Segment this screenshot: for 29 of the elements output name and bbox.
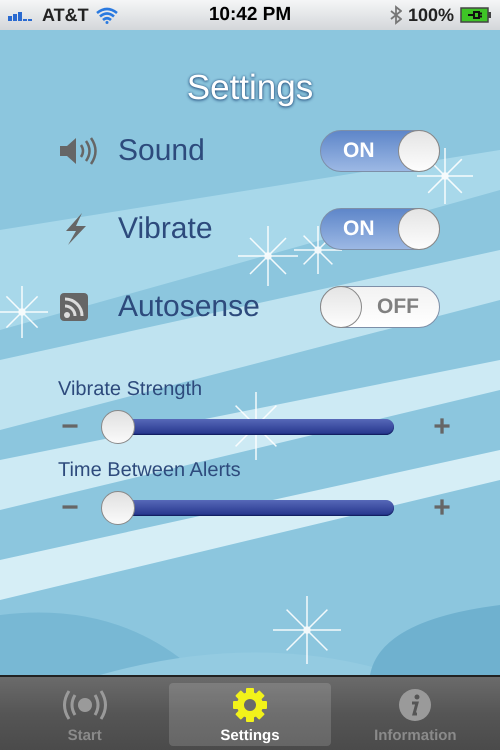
sparkle-icon	[237, 225, 299, 287]
sparkle-icon	[0, 285, 49, 339]
setting-label: Vibrate	[118, 212, 214, 246]
plus-sign: +	[432, 493, 452, 523]
minus-sign: −	[60, 493, 80, 523]
tab-item[interactable]: Information	[334, 683, 496, 746]
bluetooth-icon	[390, 5, 402, 25]
toggle-switch[interactable]: OFF	[320, 286, 440, 328]
setting-label: Autosense	[118, 290, 261, 324]
plus-sign: +	[432, 412, 452, 442]
sparkle-icon	[293, 225, 343, 275]
slider-label: Vibrate Strength	[58, 378, 202, 401]
toggle-switch[interactable]: ON	[320, 208, 440, 250]
battery-icon	[460, 7, 492, 23]
tab-item[interactable]: Start	[4, 683, 166, 746]
minus-sign: −	[60, 412, 80, 442]
page-title: Settings	[186, 68, 314, 108]
carrier-name: AT&T	[42, 4, 89, 26]
slider-label: Time Between Alerts	[58, 459, 241, 482]
toggle-switch[interactable]: ON	[320, 130, 440, 172]
speaker-icon	[58, 135, 100, 167]
tab-item[interactable]: Settings	[169, 683, 331, 746]
sparkle-icon	[416, 147, 474, 205]
clock-time: 10:42 PM	[208, 4, 292, 26]
sparkle-icon	[272, 595, 342, 665]
battery-percentage: 100%	[408, 4, 454, 26]
setting-label: Sound	[118, 134, 206, 168]
wifi-icon	[94, 6, 119, 24]
signal-waves-icon	[62, 687, 108, 723]
